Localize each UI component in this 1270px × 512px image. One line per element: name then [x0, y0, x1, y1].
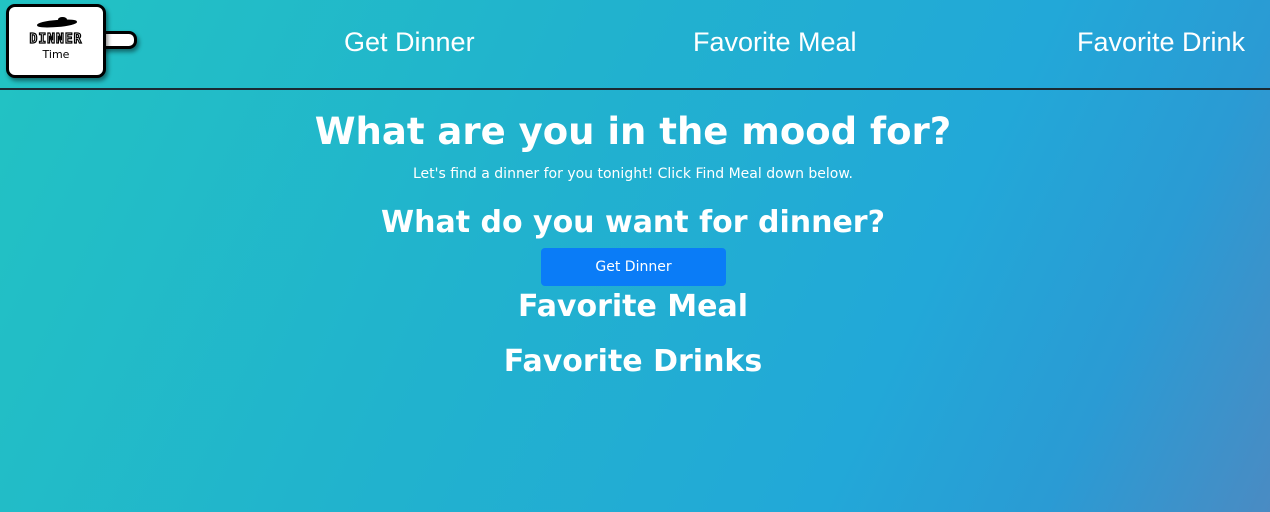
logo-blob-graphic: [36, 18, 78, 29]
logo-subtext: Time: [42, 48, 70, 61]
nav-favorite-meal[interactable]: Favorite Meal: [693, 24, 857, 60]
logo-blob-dot: [58, 17, 67, 22]
dinner-question-heading: What do you want for dinner?: [381, 205, 885, 240]
page-subtitle: Let's find a dinner for you tonight! Cli…: [412, 166, 853, 182]
nav-get-dinner[interactable]: Get Dinner: [344, 24, 475, 60]
logo-word: DINNER: [29, 32, 83, 47]
page-title: What are you in the mood for?: [314, 110, 952, 153]
favorite-drinks-heading[interactable]: Favorite Drinks: [0, 343, 1266, 381]
get-dinner-button[interactable]: Get Dinner: [541, 248, 726, 286]
nav-favorite-drink[interactable]: Favorite Drink: [1077, 24, 1245, 60]
top-navbar: DINNER Time Get Dinner Favorite Meal Fav…: [0, 0, 1270, 90]
favorite-meal-heading[interactable]: Favorite Meal: [0, 288, 1266, 326]
dinner-time-logo[interactable]: DINNER Time: [6, 4, 106, 78]
